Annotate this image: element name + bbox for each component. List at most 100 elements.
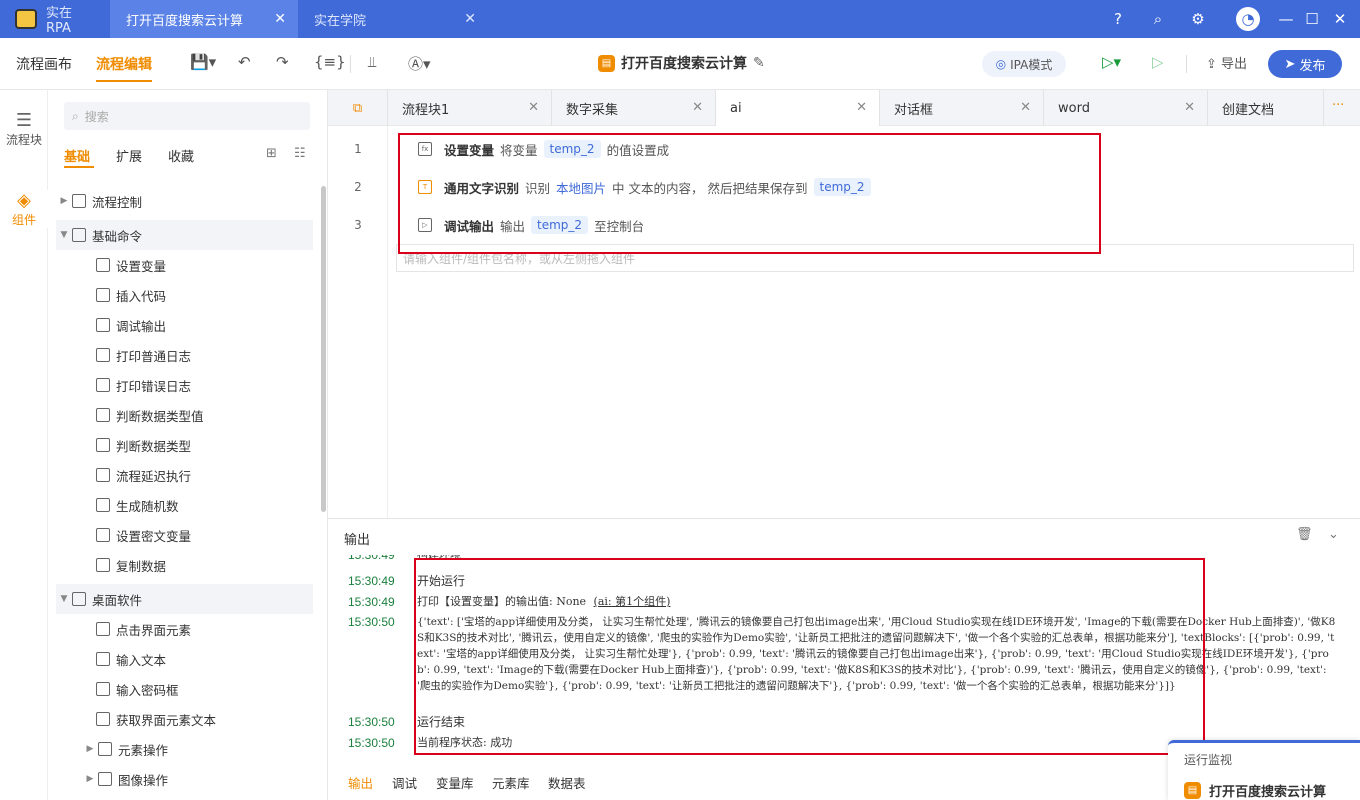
component-label: 流程控制 (92, 194, 143, 210)
output-tab[interactable]: 数据表 (548, 773, 586, 792)
panel-scrollbar[interactable] (321, 186, 326, 512)
close-tab-icon[interactable]: ✕ (274, 11, 286, 27)
output-tab[interactable]: 变量库 (436, 773, 474, 792)
process-icon: ▤ (598, 54, 615, 72)
maximize-icon[interactable]: ☐ (1302, 9, 1322, 29)
tab-current-process[interactable]: 打开百度搜索云计算 ✕ (110, 0, 298, 38)
collapse-icon[interactable]: ⌄ (1328, 527, 1339, 542)
component-group[interactable]: ▼ 基础命令 (56, 220, 313, 250)
caret-down-icon[interactable]: ▼ (56, 594, 72, 604)
component-item[interactable]: 设置密文变量 (56, 520, 313, 550)
caret-right-icon[interactable]: ▶ (56, 196, 72, 206)
component-group[interactable]: ▼ 桌面软件 (56, 584, 313, 614)
component-label: 调试输出 (116, 318, 167, 334)
canvas-mode-tab[interactable]: 流程画布 (16, 54, 72, 74)
tab-academy[interactable]: 实在学院 ✕ (298, 0, 488, 38)
caret-right-icon[interactable]: ▶ (82, 744, 98, 754)
component-icon (96, 318, 110, 332)
component-group[interactable]: ▶ 流程控制 (56, 186, 313, 216)
minimize-icon[interactable]: — (1276, 9, 1296, 29)
caret-right-icon[interactable]: ▶ (82, 774, 98, 784)
close-icon[interactable]: ✕ (856, 100, 867, 115)
search-icon[interactable]: ⌕ (1148, 9, 1168, 29)
component-group[interactable]: ▶ 图像操作 (56, 764, 313, 794)
divider (1186, 55, 1187, 73)
component-item[interactable]: 点击界面元素 (56, 614, 313, 644)
clear-output-icon[interactable]: 🗑 (1296, 527, 1313, 542)
undo-icon[interactable]: ↶ (238, 53, 251, 71)
list-view-icon[interactable]: ☷ (294, 146, 306, 161)
help-icon[interactable]: ? (1108, 9, 1128, 29)
close-window-icon[interactable]: ✕ (1330, 9, 1350, 29)
editor-tab[interactable]: word ✕ (1044, 90, 1208, 126)
close-icon[interactable]: ✕ (692, 100, 703, 115)
tab-extend[interactable]: 扩展 (116, 146, 142, 165)
output-tab[interactable]: 输出 (348, 773, 373, 792)
output-tab[interactable]: 调试 (392, 773, 417, 792)
component-icon (96, 498, 110, 512)
editor-tab-label: word (1058, 100, 1090, 116)
component-item[interactable]: 插入代码 (56, 280, 313, 310)
more-tabs-icon[interactable]: ··· (1332, 98, 1344, 113)
ipa-mode-toggle[interactable]: ◎ IPA模式 (982, 51, 1066, 77)
component-item[interactable]: 设置变量 (56, 250, 313, 280)
component-group[interactable]: ▶ 元素操作 (56, 734, 313, 764)
rail-components-label: 组件 (11, 213, 36, 227)
editor-tab[interactable]: 流程块1 ✕ (388, 90, 552, 126)
editor-tab-label: 对话框 (894, 102, 934, 118)
export-button[interactable]: ⇪ 导出 (1206, 53, 1247, 72)
run-icon[interactable]: ▷▾ (1102, 53, 1121, 71)
flow-overview-icon[interactable]: ⧉ (328, 90, 388, 126)
settings-icon[interactable]: ⚙ (1188, 9, 1208, 29)
component-item[interactable]: 获取界面元素文本 (56, 704, 313, 734)
rail-components[interactable]: ◈ 组件 (0, 190, 48, 228)
edit-mode-tab[interactable]: 流程编辑 (96, 54, 152, 82)
component-label: 设置变量 (116, 258, 167, 274)
ai-assist-icon[interactable]: Ⓐ▾ (408, 53, 431, 74)
avatar[interactable]: ◔ (1236, 7, 1260, 31)
component-item[interactable]: 生成随机数 (56, 490, 313, 520)
line-number: 2 (354, 180, 362, 194)
close-tab-icon[interactable]: ✕ (464, 11, 476, 27)
grid-view-icon[interactable]: ⊞ (266, 146, 277, 161)
record-icon[interactable]: ⫫ (368, 53, 376, 71)
caret-down-icon[interactable]: ▼ (56, 230, 72, 240)
edit-title-icon[interactable]: ✎ (753, 55, 765, 71)
close-icon[interactable]: ✕ (528, 100, 539, 115)
line-number: 3 (354, 218, 362, 232)
editor-tabs: ⧉ 流程块1 ✕ 数字采集 ✕ ai ✕ 对话框 ✕ word ✕ 创建文档 ··· (328, 90, 1360, 126)
component-item[interactable]: 输入文本 (56, 644, 313, 674)
save-icon[interactable]: 💾▾ (190, 53, 216, 71)
close-icon[interactable]: ✕ (1184, 100, 1195, 115)
component-item[interactable]: 判断数据类型 (56, 430, 313, 460)
variables-icon[interactable]: {≡} (314, 53, 346, 71)
rail-flow-blocks[interactable]: ☰ 流程块 (0, 110, 48, 148)
component-search[interactable]: ⌕ 搜索 (64, 102, 310, 130)
tab-home[interactable]: 实在RPA (38, 0, 108, 38)
editor-tab[interactable]: 创建文档 (1208, 90, 1324, 126)
editor-tab[interactable]: 对话框 ✕ (880, 90, 1044, 126)
component-label: 输入密码框 (116, 682, 179, 698)
log-time: 15:30:50 (348, 715, 395, 729)
component-label: 基础命令 (92, 228, 143, 244)
divider (350, 55, 351, 73)
editor-tab[interactable]: 数字采集 ✕ (552, 90, 716, 126)
component-item[interactable]: 打印普通日志 (56, 340, 313, 370)
rail-flow-blocks-label: 流程块 (5, 133, 42, 147)
editor-tab-active[interactable]: ai ✕ (716, 90, 880, 126)
component-item[interactable]: 打印错误日志 (56, 370, 313, 400)
tab-basic[interactable]: 基础 (64, 146, 90, 165)
component-item[interactable]: 调试输出 (56, 310, 313, 340)
redo-icon[interactable]: ↷ (276, 53, 289, 71)
run-monitor-popup[interactable]: 运行监视 ▤ 打开百度搜索云计算 (1168, 740, 1360, 800)
tab-favorites[interactable]: 收藏 (168, 146, 194, 165)
close-icon[interactable]: ✕ (1020, 100, 1031, 115)
output-tab[interactable]: 元素库 (492, 773, 530, 792)
run-step-icon[interactable]: ▷ (1152, 53, 1164, 71)
component-item[interactable]: 输入密码框 (56, 674, 313, 704)
component-item[interactable]: 判断数据类型值 (56, 400, 313, 430)
publish-button[interactable]: ➤ 发布 (1268, 50, 1342, 78)
component-icon (96, 258, 110, 272)
component-item[interactable]: 流程延迟执行 (56, 460, 313, 490)
component-item[interactable]: 复制数据 (56, 550, 313, 580)
